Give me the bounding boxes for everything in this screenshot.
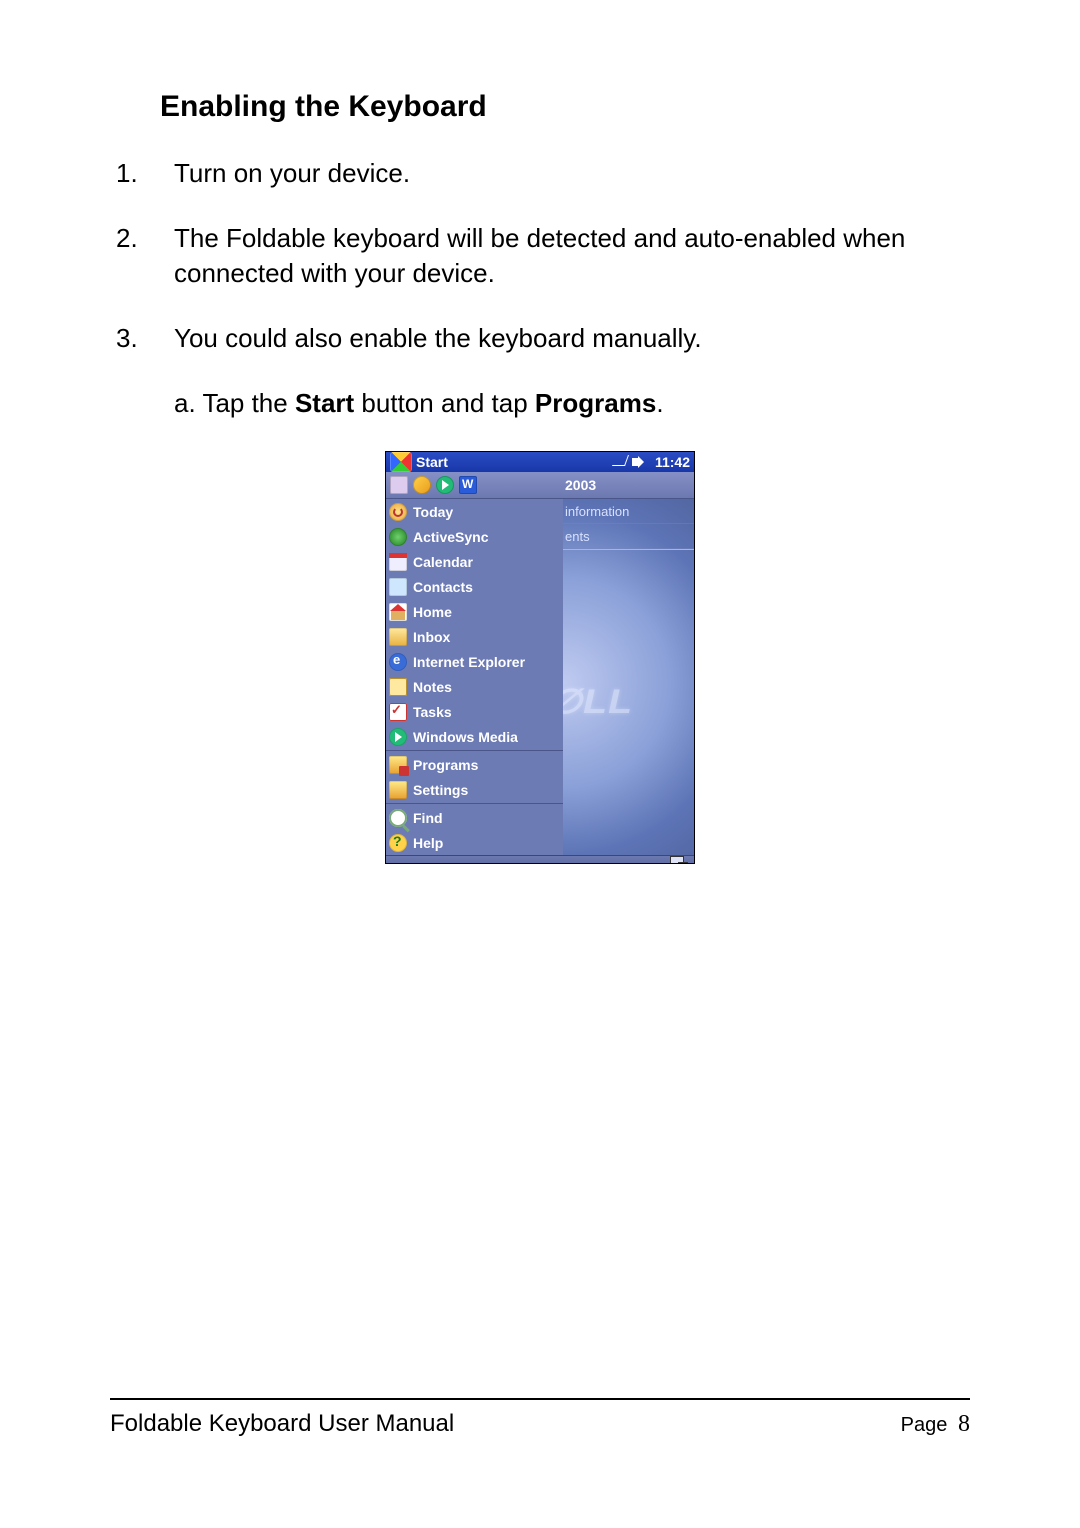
menu-label: ActiveSync (413, 529, 488, 545)
volume-icon[interactable] (632, 455, 648, 469)
menu-label: Windows Media (413, 729, 518, 745)
substep-text: a. Tap the (174, 388, 295, 418)
windows-flag-icon[interactable] (390, 452, 412, 472)
menu-label: Notes (413, 679, 452, 695)
find-icon (389, 809, 407, 827)
command-bar (386, 855, 694, 864)
menu-label: Internet Explorer (413, 654, 525, 670)
menu-separator (386, 803, 563, 804)
menu-item-help[interactable]: Help (386, 830, 563, 855)
menu-item-tasks[interactable]: Tasks (386, 699, 563, 724)
menu-label: Inbox (413, 629, 450, 645)
menu-item-find[interactable]: Find (386, 805, 563, 830)
start-menu: Today ActiveSync Calendar Contacts Home … (386, 472, 563, 855)
menu-label: Settings (413, 782, 468, 798)
menu-label: Today (413, 504, 453, 520)
step-1: 1. Turn on your device. (110, 156, 970, 191)
sip-keyboard-icon[interactable] (670, 856, 688, 864)
menu-item-notes[interactable]: Notes (386, 674, 563, 699)
quick-launch-row (386, 472, 563, 499)
appointments-row[interactable]: ents (563, 524, 694, 549)
menu-item-windowsmedia[interactable]: Windows Media (386, 724, 563, 749)
menu-item-home[interactable]: Home (386, 599, 563, 624)
menu-label: Find (413, 810, 443, 826)
bold-start: Start (295, 388, 354, 418)
owner-info-row[interactable]: information (563, 499, 694, 524)
manual-title: Foldable Keyboard User Manual (110, 1410, 454, 1438)
pocketpc-screenshot: Start 11:42 D∅LL Today ActiveSync Calend… (385, 451, 695, 864)
inbox-icon (389, 628, 407, 646)
bold-programs: Programs (535, 388, 656, 418)
menu-item-contacts[interactable]: Contacts (386, 574, 563, 599)
settings-icon (389, 781, 407, 799)
menu-item-ie[interactable]: Internet Explorer (386, 649, 563, 674)
start-button[interactable]: Start (416, 454, 448, 470)
menu-item-activesync[interactable]: ActiveSync (386, 524, 563, 549)
step-number: 1. (110, 156, 174, 191)
menu-label: Contacts (413, 579, 473, 595)
page-number: 8 (958, 1411, 970, 1437)
activesync-icon (389, 528, 407, 546)
titlebar[interactable]: Start 11:42 (386, 452, 694, 472)
steps-list: 1. Turn on your device. 2. The Foldable … (110, 156, 970, 421)
quicklaunch-icon[interactable] (413, 476, 431, 494)
menu-label: Programs (413, 757, 478, 773)
step-text: You could also enable the keyboard manua… (174, 321, 970, 356)
clock[interactable]: 11:42 (652, 454, 690, 470)
contacts-icon (389, 578, 407, 596)
connectivity-icon[interactable] (612, 455, 628, 469)
row-separator (563, 549, 694, 550)
quicklaunch-icon[interactable] (459, 476, 477, 494)
substep-text: . (656, 388, 663, 418)
menu-label: Help (413, 835, 443, 851)
menu-item-calendar[interactable]: Calendar (386, 549, 563, 574)
quicklaunch-icon[interactable] (436, 476, 454, 494)
tasks-icon (389, 703, 407, 721)
step-text: The Foldable keyboard will be detected a… (174, 221, 970, 291)
substep-text: button and tap (354, 388, 535, 418)
calendar-icon (389, 553, 407, 571)
media-icon (389, 728, 407, 746)
menu-label: Home (413, 604, 452, 620)
today-icon (389, 503, 407, 521)
today-screen-partial: 2003 information ents (563, 472, 694, 855)
menu-item-today[interactable]: Today (386, 499, 563, 524)
today-date-row[interactable]: 2003 (563, 472, 694, 499)
step-text: Turn on your device. (174, 156, 970, 191)
menu-separator (386, 750, 563, 751)
section-heading: Enabling the Keyboard (160, 90, 970, 124)
menu-items: Today ActiveSync Calendar Contacts Home … (386, 499, 563, 855)
step-3: 3. You could also enable the keyboard ma… (110, 321, 970, 356)
menu-label: Calendar (413, 554, 473, 570)
quicklaunch-icon[interactable] (390, 476, 408, 494)
notes-icon (389, 678, 407, 696)
programs-icon (389, 756, 407, 774)
menu-item-programs[interactable]: Programs (386, 752, 563, 777)
step-number: 3. (110, 321, 174, 356)
page-label: Page (901, 1414, 948, 1436)
menu-item-settings[interactable]: Settings (386, 777, 563, 802)
help-icon (389, 834, 407, 852)
ie-icon (389, 653, 407, 671)
substep-a: a. Tap the Start button and tap Programs… (174, 386, 970, 421)
menu-label: Tasks (413, 704, 452, 720)
step-2: 2. The Foldable keyboard will be detecte… (110, 221, 970, 291)
page-footer: Foldable Keyboard User Manual Page 8 (110, 1398, 970, 1438)
menu-item-inbox[interactable]: Inbox (386, 624, 563, 649)
home-icon (389, 603, 407, 621)
step-number: 2. (110, 221, 174, 291)
